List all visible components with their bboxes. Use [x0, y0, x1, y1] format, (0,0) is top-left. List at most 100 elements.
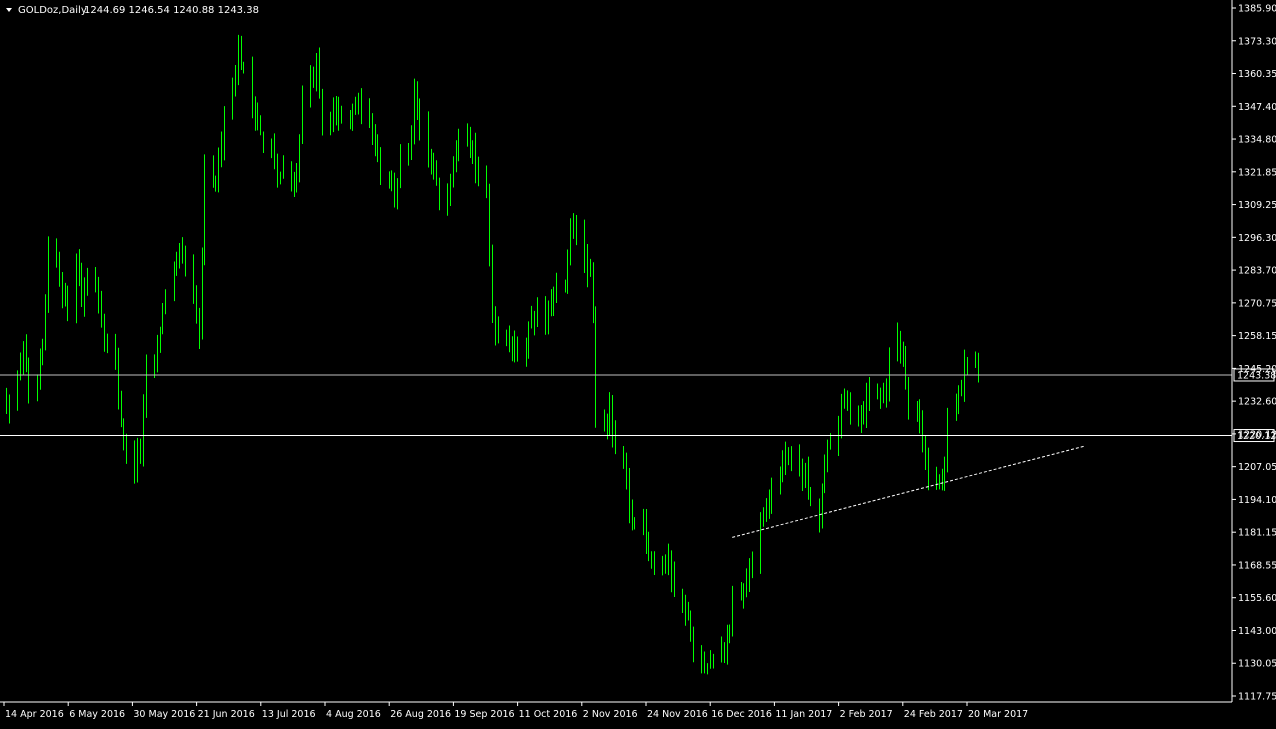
candle-body	[475, 146, 476, 169]
chart-background	[0, 0, 1276, 725]
price-tick-label: 1130.05	[1238, 659, 1276, 670]
time-tick-label: 30 May 2016	[133, 709, 195, 720]
chart-svg[interactable]: 1243.381220.12 1385.901373.301360.351347…	[0, 0, 1276, 725]
candle-body	[380, 153, 381, 175]
candle-body	[905, 359, 906, 384]
candle-body	[863, 415, 864, 417]
symbol-header[interactable]: GOLDoz,Daily 1244.69 1246.54 1240.88 124…	[6, 5, 259, 16]
candle-body	[830, 442, 831, 444]
candle-body	[668, 553, 669, 566]
candle-body	[900, 337, 901, 352]
candle-body	[193, 266, 194, 301]
candle-body	[283, 164, 284, 175]
candle-body	[967, 363, 968, 367]
candle-body	[623, 448, 624, 461]
candle-body	[95, 279, 96, 283]
candle-body	[118, 360, 119, 395]
price-tick-label: 1245.20	[1238, 364, 1276, 375]
candle-body	[17, 377, 18, 406]
candle-body	[453, 160, 454, 180]
candle-body	[375, 139, 376, 143]
candle-body	[861, 413, 862, 421]
candle-body	[556, 287, 557, 298]
candle-body	[182, 245, 183, 255]
candle-body	[341, 112, 342, 117]
candle-body	[802, 469, 803, 476]
candle-body	[274, 146, 275, 162]
candle-body	[56, 245, 57, 258]
candle-body	[62, 276, 63, 297]
candle-body	[316, 60, 317, 83]
candle-body	[760, 520, 761, 559]
candle-body	[257, 117, 258, 120]
candle-body	[299, 139, 300, 171]
price-tick-label: 1232.60	[1238, 397, 1276, 408]
candle-body	[506, 337, 507, 340]
candle-body	[701, 650, 702, 660]
candle-body	[23, 347, 24, 371]
candle-body	[294, 184, 295, 186]
candle-body	[215, 179, 216, 182]
candle-body	[975, 362, 976, 365]
candle-body	[939, 482, 940, 485]
candle-body	[866, 396, 867, 416]
candle-body	[330, 119, 331, 127]
candle-body	[944, 462, 945, 488]
candle-body	[154, 362, 155, 366]
candle-body	[28, 364, 29, 393]
candle-body	[431, 162, 432, 166]
candle-body	[526, 352, 527, 356]
candle-body	[925, 440, 926, 463]
candle-body	[101, 302, 102, 325]
candle-body	[199, 317, 200, 335]
candle-body	[752, 557, 753, 565]
candle-body	[671, 554, 672, 579]
candle-body	[263, 134, 264, 148]
candle-body	[394, 178, 395, 201]
candle-body	[176, 258, 177, 272]
candle-body	[632, 507, 633, 522]
candle-body	[808, 466, 809, 495]
price-chart[interactable]: 1243.38 1220.12 1385.90 1373.30 1360.35 1347…	[0, 0, 1276, 725]
candle-body	[908, 384, 909, 407]
candle-body	[107, 345, 108, 350]
candle-body	[202, 254, 203, 334]
candle-body	[964, 363, 965, 390]
candle-body	[782, 454, 783, 473]
candle-body	[204, 163, 205, 254]
candle-body	[858, 411, 859, 421]
candle-body	[42, 345, 43, 362]
candle-body	[81, 276, 82, 303]
price-tick-label: 1168.55	[1238, 560, 1276, 571]
candle-body	[84, 291, 85, 302]
candle-body	[869, 387, 870, 398]
candle-body	[769, 499, 770, 510]
price-tick-label: 1270.75	[1238, 298, 1276, 309]
candle-body	[822, 486, 823, 520]
candle-body	[545, 309, 546, 321]
candle-body	[688, 614, 689, 616]
candle-body	[609, 402, 610, 421]
candle-body	[634, 522, 635, 524]
candle-body	[470, 130, 471, 144]
candle-body	[408, 150, 409, 159]
candle-body	[160, 330, 161, 339]
candle-body	[218, 156, 219, 181]
candle-body	[919, 402, 920, 421]
candle-body	[104, 324, 105, 344]
candle-body	[456, 148, 457, 159]
candle-body	[179, 245, 180, 256]
candle-body	[486, 180, 487, 189]
candle-body	[121, 394, 122, 423]
candle-body	[291, 164, 292, 187]
candle-body	[498, 331, 499, 339]
candle-body	[134, 454, 135, 473]
price-tick-label: 1309.25	[1238, 200, 1276, 211]
price-tick-label: 1155.60	[1238, 593, 1276, 604]
candle-body	[174, 270, 175, 295]
candle-body	[654, 558, 655, 563]
candle-body	[889, 351, 890, 387]
candle-body	[651, 559, 652, 561]
candle-body	[565, 283, 566, 287]
candle-body	[961, 387, 962, 392]
